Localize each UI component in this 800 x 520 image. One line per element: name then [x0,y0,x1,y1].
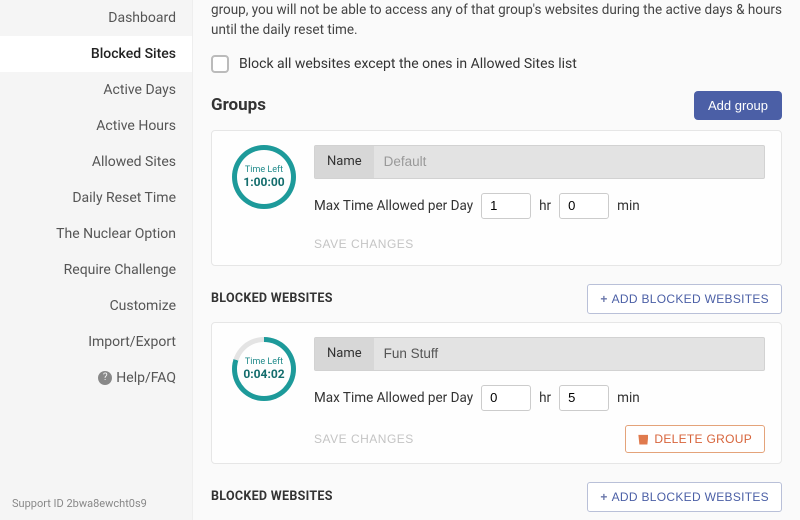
hr-unit: hr [539,390,551,406]
delete-group-button[interactable]: DELETE GROUP [625,425,765,453]
groups-title: Groups [211,95,266,115]
group-card: Time Left 1:00:00 Name Max Time Allowed … [211,130,782,266]
block-all-checkbox[interactable] [211,55,229,73]
minutes-input[interactable] [559,193,609,219]
max-time-label: Max Time Allowed per Day [314,198,473,214]
block-all-row[interactable]: Block all websites except the ones in Al… [211,55,782,73]
intro-text: group, you will not be able to access an… [211,0,782,41]
time-left-ring: Time Left 1:00:00 [232,145,296,209]
group-name-input[interactable] [374,338,764,370]
sidebar: Dashboard Blocked Sites Active Days Acti… [0,0,193,520]
add-group-button[interactable]: Add group [694,91,782,120]
sidebar-item-customize[interactable]: Customize [0,288,192,324]
trash-icon [638,433,648,445]
hr-unit: hr [539,198,551,214]
time-left-value: 1:00:00 [243,175,284,189]
time-left-ring: Time Left 0:04:02 [232,337,296,401]
main-content: group, you will not be able to access an… [193,0,800,520]
minutes-input[interactable] [559,385,609,411]
time-left-label: Time Left [245,165,283,175]
sidebar-item-label: Help/FAQ [116,370,176,386]
sidebar-item-dashboard[interactable]: Dashboard [0,0,192,36]
save-changes-button[interactable]: SAVE CHANGES [314,233,414,255]
blocked-header: BLOCKED WEBSITES +ADD BLOCKED WEBSITES [211,482,782,512]
plus-icon: + [600,292,607,306]
min-unit: min [617,198,640,214]
add-blocked-button[interactable]: +ADD BLOCKED WEBSITES [587,482,782,512]
sidebar-item-active-hours[interactable]: Active Hours [0,108,192,144]
max-time-label: Max Time Allowed per Day [314,390,473,406]
name-label: Name [315,146,374,178]
hours-input[interactable] [481,193,531,219]
time-left-label: Time Left [245,357,283,367]
time-left-value: 0:04:02 [243,367,284,381]
sidebar-item-daily-reset[interactable]: Daily Reset Time [0,180,192,216]
sidebar-item-import-export[interactable]: Import/Export [0,324,192,360]
save-changes-button[interactable]: SAVE CHANGES [314,428,414,450]
group-card: Time Left 0:04:02 Name Max Time Allowed … [211,322,782,464]
group-name-input[interactable] [374,146,764,178]
name-label: Name [315,338,374,370]
sidebar-item-active-days[interactable]: Active Days [0,72,192,108]
blocked-websites-title: BLOCKED WEBSITES [211,489,333,504]
block-all-label: Block all websites except the ones in Al… [239,56,577,72]
sidebar-item-blocked-sites[interactable]: Blocked Sites [0,36,192,72]
add-blocked-button[interactable]: +ADD BLOCKED WEBSITES [587,284,782,314]
groups-header: Groups Add group [211,91,782,120]
sidebar-items: Dashboard Blocked Sites Active Days Acti… [0,0,192,487]
sidebar-item-help[interactable]: ? Help/FAQ [0,360,192,396]
sidebar-item-require-challenge[interactable]: Require Challenge [0,252,192,288]
min-unit: min [617,390,640,406]
sidebar-item-nuclear[interactable]: The Nuclear Option [0,216,192,252]
sidebar-item-allowed-sites[interactable]: Allowed Sites [0,144,192,180]
help-icon: ? [98,371,112,385]
plus-icon: + [600,490,607,504]
blocked-websites-title: BLOCKED WEBSITES [211,291,333,306]
support-id: Support ID 2bwa8ewcht0s9 [0,487,192,520]
blocked-header: BLOCKED WEBSITES +ADD BLOCKED WEBSITES [211,284,782,314]
hours-input[interactable] [481,385,531,411]
